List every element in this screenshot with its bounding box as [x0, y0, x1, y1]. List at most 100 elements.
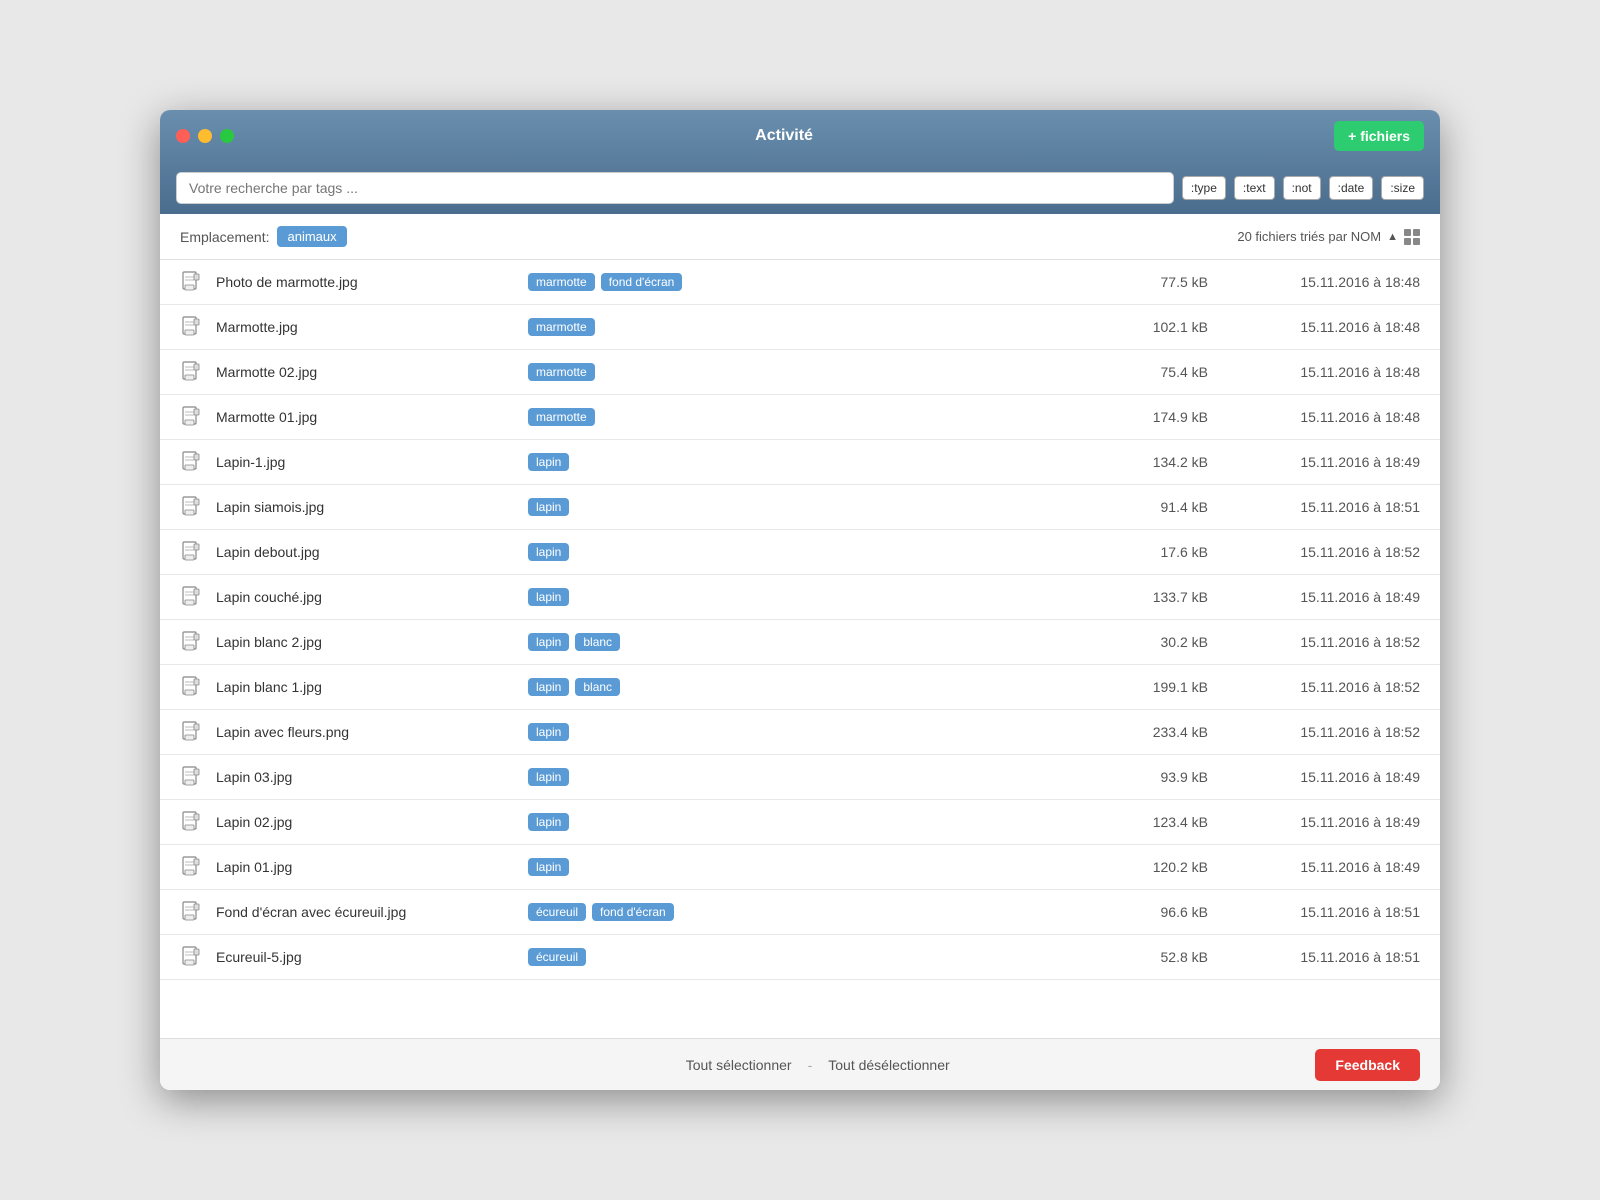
table-row[interactable]: Lapin 02.jpglapin123.4 kB15.11.2016 à 18…: [160, 800, 1440, 845]
file-tag[interactable]: écureuil: [528, 948, 586, 966]
type-tag-button[interactable]: :type: [1182, 176, 1226, 200]
file-tags: lapin blanc: [528, 633, 1096, 651]
file-tags: lapin: [528, 768, 1096, 786]
deselect-all-link[interactable]: Tout désélectionner: [828, 1057, 949, 1073]
file-icon: [180, 495, 204, 519]
table-row[interactable]: Photo de marmotte.jpgmarmottefond d'écra…: [160, 260, 1440, 305]
table-row[interactable]: Lapin avec fleurs.png lapin 233.4 kB 15.11.…: [160, 710, 1440, 755]
file-tag[interactable]: lapin: [528, 813, 569, 831]
location-left: Emplacement: animaux: [180, 226, 347, 247]
file-tag[interactable]: lapin: [528, 858, 569, 876]
file-size: 96.6 kB: [1108, 904, 1208, 920]
search-bar: :type :text :not :date :size: [160, 162, 1440, 214]
file-date: 15.11.2016 à 18:48: [1220, 409, 1420, 425]
file-name: Lapin 03.jpg: [216, 769, 516, 785]
file-icon: [180, 585, 204, 609]
bottom-actions: Tout sélectionner - Tout désélectionner: [320, 1057, 1315, 1073]
text-tag-button[interactable]: :text: [1234, 176, 1275, 200]
search-input[interactable]: [176, 172, 1174, 204]
file-date: 15.11.2016 à 18:51: [1220, 904, 1420, 920]
file-date: 15.11.2016 à 18:51: [1220, 949, 1420, 965]
file-tag[interactable]: marmotte: [528, 408, 595, 426]
file-tag[interactable]: lapin: [528, 633, 569, 651]
table-row[interactable]: Marmotte 01.jpgmarmotte174.9 kB15.11.201…: [160, 395, 1440, 440]
file-tag[interactable]: lapin: [528, 768, 569, 786]
location-bar: Emplacement: animaux 20 fichiers triés p…: [160, 214, 1440, 260]
file-size: 52.8 kB: [1108, 949, 1208, 965]
table-row[interactable]: Lapin couché.jpglapin133.7 kB15.11.2016 …: [160, 575, 1440, 620]
traffic-lights: [176, 129, 234, 143]
file-icon: [180, 450, 204, 474]
table-row[interactable]: Marmotte.jpgmarmotte102.1 kB15.11.2016 à…: [160, 305, 1440, 350]
maximize-button[interactable]: [220, 129, 234, 143]
file-tag[interactable]: fond d'écran: [601, 273, 683, 291]
file-tag[interactable]: fond d'écran: [592, 903, 674, 921]
file-size: 134.2 kB: [1108, 454, 1208, 470]
date-tag-button[interactable]: :date: [1329, 176, 1374, 200]
file-name: Lapin avec fleurs.png: [216, 724, 516, 740]
file-date: 15.11.2016 à 18:52: [1220, 724, 1420, 740]
table-row[interactable]: Lapin 03.jpglapin93.9 kB15.11.2016 à 18:…: [160, 755, 1440, 800]
file-name: Ecureuil-5.jpg: [216, 949, 516, 965]
feedback-button[interactable]: Feedback: [1315, 1049, 1420, 1081]
file-date: 15.11.2016 à 18:52: [1220, 544, 1420, 560]
file-tag[interactable]: lapin: [528, 723, 569, 741]
file-date: 15.11.2016 à 18:49: [1220, 859, 1420, 875]
file-tag[interactable]: lapin: [528, 588, 569, 606]
file-list: Photo de marmotte.jpgmarmottefond d'écra…: [160, 260, 1440, 1038]
file-tag[interactable]: écureuil: [528, 903, 586, 921]
main-window: Activité + fichiers :type :text :not :da…: [160, 110, 1440, 1090]
file-name: Lapin siamois.jpg: [216, 499, 516, 515]
table-row[interactable]: Lapin 01.jpglapin120.2 kB15.11.2016 à 18…: [160, 845, 1440, 890]
actions-separator: -: [808, 1057, 813, 1073]
file-icon: [180, 675, 204, 699]
file-tag[interactable]: blanc: [575, 633, 620, 651]
not-tag-button[interactable]: :not: [1283, 176, 1321, 200]
file-icon: [180, 900, 204, 924]
file-tag[interactable]: marmotte: [528, 318, 595, 336]
file-icon: [180, 855, 204, 879]
table-row[interactable]: Lapin-1.jpglapin134.2 kB15.11.2016 à 18:…: [160, 440, 1440, 485]
add-files-button[interactable]: + fichiers: [1334, 121, 1424, 151]
close-button[interactable]: [176, 129, 190, 143]
file-name: Lapin couché.jpg: [216, 589, 516, 605]
file-icon: [180, 720, 204, 744]
file-icon: [180, 270, 204, 294]
file-tags: lapin blanc: [528, 678, 1096, 696]
table-row[interactable]: Lapin debout.jpglapin17.6 kB15.11.2016 à…: [160, 530, 1440, 575]
grid-view-icon[interactable]: [1404, 229, 1420, 245]
table-row[interactable]: Lapin blanc 1.jpglapinblanc199.1 kB15.11…: [160, 665, 1440, 710]
file-icon: [180, 945, 204, 969]
location-label: Emplacement:: [180, 229, 269, 245]
file-tag[interactable]: marmotte: [528, 363, 595, 381]
file-date: 15.11.2016 à 18:49: [1220, 814, 1420, 830]
minimize-button[interactable]: [198, 129, 212, 143]
bottom-bar: Tout sélectionner - Tout désélectionner …: [160, 1038, 1440, 1090]
location-tag[interactable]: animaux: [277, 226, 346, 247]
file-tags: écureuil: [528, 948, 1096, 966]
file-size: 174.9 kB: [1108, 409, 1208, 425]
file-tags: lapin: [528, 813, 1096, 831]
file-tag[interactable]: marmotte: [528, 273, 595, 291]
file-tag[interactable]: lapin: [528, 543, 569, 561]
table-row[interactable]: Lapin siamois.jpglapin91.4 kB15.11.2016 …: [160, 485, 1440, 530]
file-tag[interactable]: blanc: [575, 678, 620, 696]
file-tag[interactable]: lapin: [528, 678, 569, 696]
file-icon: [180, 810, 204, 834]
file-size: 102.1 kB: [1108, 319, 1208, 335]
file-name: Fond d'écran avec écureuil.jpg: [216, 904, 516, 920]
table-row[interactable]: Ecureuil-5.jpg écureuil 52.8 kB 15.11.2016 …: [160, 935, 1440, 980]
table-row[interactable]: Marmotte 02.jpgmarmotte75.4 kB15.11.2016…: [160, 350, 1440, 395]
table-row[interactable]: Fond d'écran avec écureuil.jpg écureuil fo…: [160, 890, 1440, 935]
content-area: Emplacement: animaux 20 fichiers triés p…: [160, 214, 1440, 1038]
file-icon: [180, 360, 204, 384]
file-date: 15.11.2016 à 18:52: [1220, 679, 1420, 695]
file-name: Lapin blanc 2.jpg: [216, 634, 516, 650]
file-tag[interactable]: lapin: [528, 498, 569, 516]
size-tag-button[interactable]: :size: [1381, 176, 1424, 200]
file-size: 17.6 kB: [1108, 544, 1208, 560]
file-size: 233.4 kB: [1108, 724, 1208, 740]
table-row[interactable]: Lapin blanc 2.jpglapinblanc30.2 kB15.11.…: [160, 620, 1440, 665]
file-tag[interactable]: lapin: [528, 453, 569, 471]
select-all-link[interactable]: Tout sélectionner: [686, 1057, 792, 1073]
